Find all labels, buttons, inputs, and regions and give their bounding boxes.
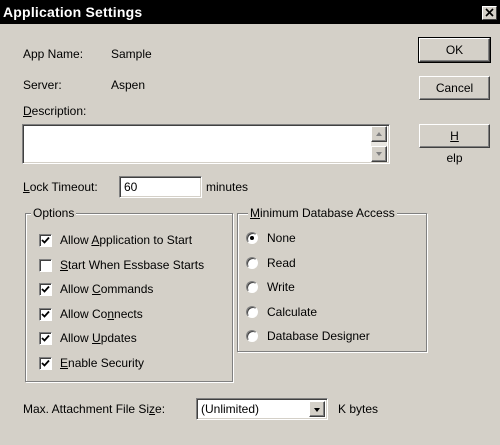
option-label: Allow Commands bbox=[60, 282, 154, 296]
checkmark-icon bbox=[41, 310, 50, 318]
lock-timeout-unit: minutes bbox=[206, 180, 249, 194]
title-bar[interactable]: Application Settings bbox=[0, 0, 500, 24]
checkmark-icon bbox=[41, 359, 50, 367]
radio-label: Read bbox=[267, 255, 296, 270]
cancel-button[interactable]: Cancel bbox=[419, 76, 490, 100]
close-icon[interactable] bbox=[482, 6, 497, 20]
ok-button[interactable]: OK bbox=[418, 37, 491, 63]
option-label: Allow Connects bbox=[60, 306, 143, 321]
window-title: Application Settings bbox=[3, 4, 143, 20]
server-value: Aspen bbox=[111, 78, 146, 92]
checkbox[interactable] bbox=[39, 307, 52, 321]
chevron-down-icon bbox=[314, 408, 320, 412]
scroll-down-button[interactable] bbox=[371, 146, 387, 162]
checkbox[interactable] bbox=[39, 332, 52, 345]
radio-label: Database Designer bbox=[267, 329, 370, 343]
checkbox[interactable] bbox=[39, 283, 52, 296]
option-label: Allow Updates bbox=[60, 331, 137, 345]
option-label: Start When Essbase Starts bbox=[60, 257, 205, 272]
radio-button[interactable] bbox=[246, 256, 258, 269]
application-settings-dialog: Application Settings App Name: Sample Se… bbox=[0, 0, 500, 445]
lock-timeout-label: Lock Timeout: bbox=[23, 180, 98, 194]
down-arrow-icon bbox=[376, 152, 382, 156]
scroll-up-button[interactable] bbox=[371, 126, 387, 142]
cancel-button-label: Cancel bbox=[435, 81, 474, 95]
checkbox[interactable] bbox=[39, 234, 52, 247]
radio-button[interactable] bbox=[246, 330, 258, 342]
description-label: Description: bbox=[23, 104, 87, 118]
radio-label: None bbox=[267, 231, 296, 245]
app-name-value: Sample bbox=[111, 47, 152, 61]
option-label: Enable Security bbox=[60, 355, 145, 370]
attachment-size-value: (Unlimited) bbox=[201, 402, 260, 416]
ok-button-label: OK bbox=[445, 43, 464, 57]
lock-timeout-input[interactable]: 60 bbox=[119, 176, 202, 198]
lock-timeout-value: 60 bbox=[124, 180, 138, 194]
help-button[interactable]: Help bbox=[419, 124, 490, 165]
radio-label: Calculate bbox=[267, 304, 318, 319]
checkmark-icon bbox=[41, 285, 50, 293]
description-field[interactable] bbox=[22, 124, 390, 164]
option-label: Allow Application to Start bbox=[60, 233, 193, 247]
attachment-label: Max. Attachment File Size: bbox=[23, 402, 166, 416]
radio-selected-dot bbox=[250, 236, 254, 240]
checkbox[interactable] bbox=[39, 356, 52, 370]
radio-button[interactable] bbox=[246, 232, 258, 244]
checkmark-icon bbox=[41, 236, 50, 244]
app-name-label: App Name: bbox=[23, 47, 84, 61]
checkmark-icon bbox=[41, 334, 50, 342]
radio-button[interactable] bbox=[246, 305, 258, 318]
dropdown-button[interactable] bbox=[309, 401, 325, 417]
options-legend: Options bbox=[31, 206, 77, 220]
checkbox[interactable] bbox=[39, 258, 52, 272]
attachment-size-select[interactable]: (Unlimited) bbox=[196, 398, 328, 420]
up-arrow-icon bbox=[376, 132, 382, 136]
attachment-unit: K bytes bbox=[338, 402, 379, 416]
min-access-legend: Minimum Database Access bbox=[248, 206, 397, 220]
server-label: Server: bbox=[23, 78, 62, 92]
radio-button[interactable] bbox=[246, 281, 258, 293]
help-button-label: Help bbox=[446, 129, 463, 165]
radio-label: Write bbox=[267, 280, 295, 294]
